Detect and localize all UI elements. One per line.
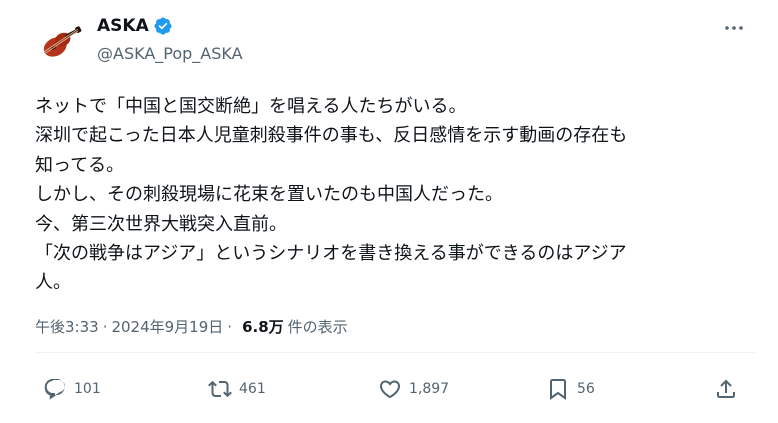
divider (35, 352, 755, 353)
repost-button[interactable]: 461 (208, 372, 266, 406)
share-icon (717, 379, 735, 398)
share-button[interactable] (714, 372, 738, 406)
tweet-line: 人。 (35, 272, 71, 294)
tweet-date[interactable]: 2024年9月19日 (111, 316, 223, 337)
author-handle[interactable]: @ASKA_Pop_ASKA (97, 44, 243, 63)
tweet-time[interactable]: 午後3:33 (35, 316, 99, 337)
more-dots-icon (725, 26, 743, 30)
repost-icon (208, 380, 232, 398)
bookmark-icon (550, 379, 566, 400)
like-count: 1,897 (409, 381, 450, 397)
tweet-line: 「次の戦争はアジア」というシナリオを書き換える事ができるのはアジア (35, 243, 627, 265)
tweet-line: しかし、その刺殺現場に花束を置いたのも中国人だった。 (35, 184, 503, 206)
views-label[interactable]: 件の表示 (288, 316, 348, 337)
heart-icon (379, 380, 401, 399)
meta-separator: · (102, 317, 108, 336)
avatar[interactable] (33, 14, 87, 68)
display-name[interactable]: ASKA (97, 16, 149, 36)
tweet-text: ネットで「中国と国交断絶」を唱える人たちがいる。 深圳で起こった日本人児童刺殺事… (35, 92, 755, 298)
violin-icon (33, 14, 87, 68)
reply-count: 101 (74, 381, 101, 397)
tweet-line: 今、第三次世界大戦突入直前。 (35, 213, 287, 235)
more-options-button[interactable] (722, 20, 746, 36)
tweet-meta: 午後3:33 · 2024年9月19日 · 6.8万 件の表示 (35, 316, 348, 337)
reply-icon (44, 379, 65, 400)
meta-separator: · (227, 317, 233, 336)
tweet-line: 知ってる。 (35, 154, 125, 176)
tweet-line: ネットで「中国と国交断絶」を唱える人たちがいる。 (35, 96, 467, 117)
bookmark-button[interactable]: 56 (546, 372, 595, 406)
repost-count: 461 (239, 381, 266, 397)
author-name-row: ASKA (97, 16, 173, 36)
verified-badge-icon[interactable] (153, 16, 173, 36)
tweet-line: 深圳で起こった日本人児童刺殺事件の事も、反日感情を示す動画の存在も (35, 125, 628, 147)
reply-button[interactable]: 101 (43, 372, 101, 406)
like-button[interactable]: 1,897 (378, 372, 449, 406)
action-bar: 101 461 1,897 56 (0, 372, 778, 406)
bookmark-count: 56 (577, 381, 595, 397)
views-count[interactable]: 6.8万 (242, 316, 284, 337)
